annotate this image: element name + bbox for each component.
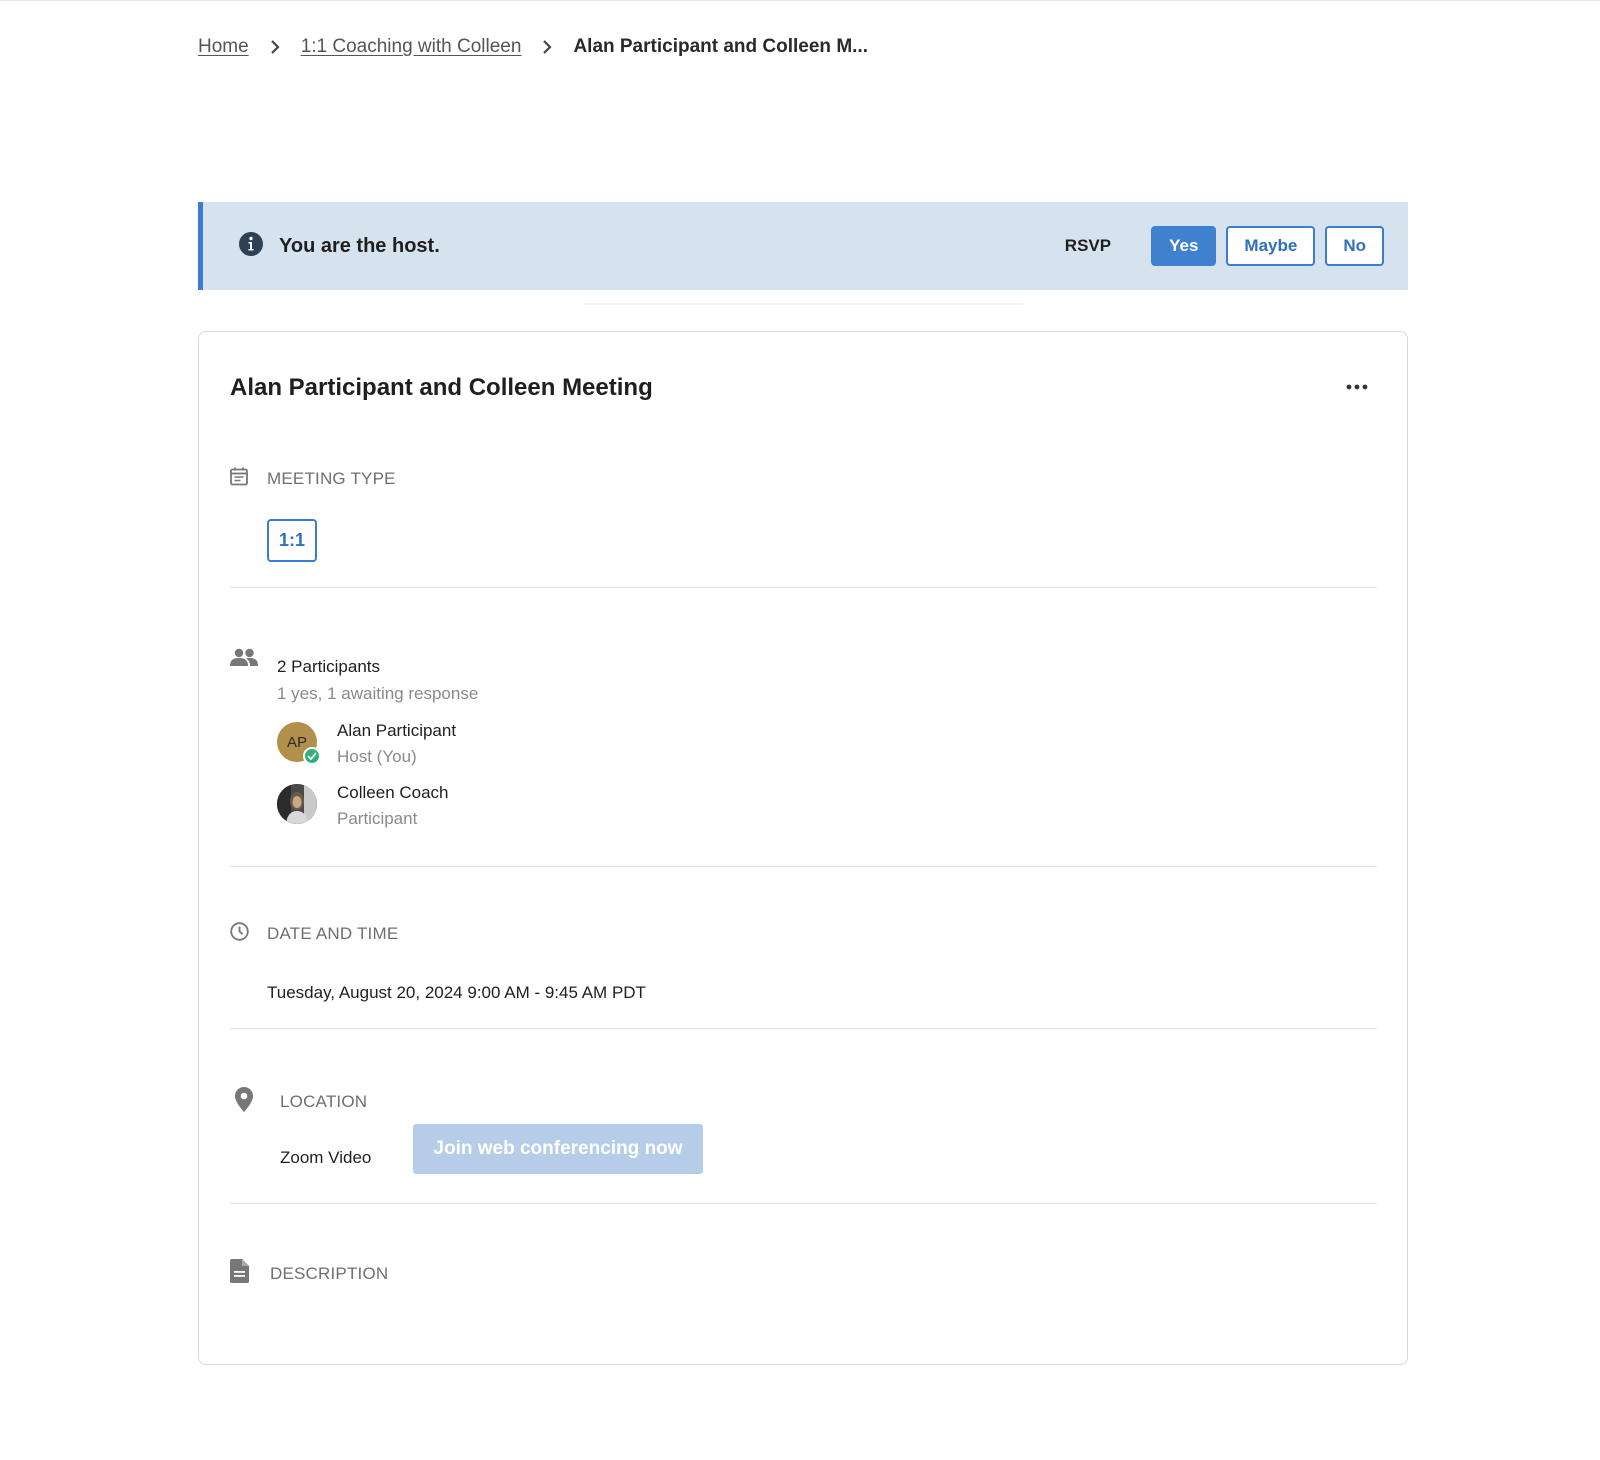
avatar-photo-image: [277, 784, 317, 824]
rsvp-label: RSVP: [1064, 236, 1112, 255]
host-message: You are the host.: [279, 234, 440, 257]
participant-role: Host (You): [337, 747, 417, 766]
participant-info: Colleen Coach Participant: [337, 782, 449, 830]
datetime-label: DATE AND TIME: [267, 924, 399, 943]
participant-row: Colleen Coach Participant: [277, 782, 449, 830]
breadcrumb: Home 1:1 Coaching with Colleen Alan Part…: [198, 36, 868, 58]
info-icon: [239, 231, 263, 261]
rsvp-yes-button[interactable]: Yes: [1151, 226, 1217, 266]
avatar: AP: [277, 722, 321, 765]
location-header: LOCATION: [235, 1087, 367, 1117]
breadcrumb-current: Alan Participant and Colleen M...: [573, 36, 868, 57]
meeting-type-badge: 1:1: [267, 519, 317, 562]
location-value: Zoom Video: [280, 1148, 372, 1167]
participant-name: Colleen Coach: [337, 783, 449, 802]
host-banner: You are the host. RSVP Yes Maybe No: [198, 202, 1408, 290]
divider: [230, 587, 1377, 588]
map-pin-icon: [235, 1087, 280, 1117]
meeting-type-header: MEETING TYPE: [230, 467, 396, 491]
calendar-icon: [230, 467, 267, 491]
more-options-button[interactable]: [1337, 372, 1377, 400]
avatar-initials: AP: [286, 733, 307, 751]
location-label: LOCATION: [280, 1092, 368, 1111]
chevron-right-icon: [249, 40, 301, 54]
participants-count: 2 Participants: [277, 657, 380, 676]
more-horizontal-icon: [1346, 377, 1368, 395]
datetime-value: Tuesday, August 20, 2024 9:00 AM - 9:45 …: [267, 983, 646, 1002]
breadcrumb-home-link[interactable]: Home: [198, 36, 249, 58]
meeting-type-label: MEETING TYPE: [267, 469, 396, 488]
rsvp-maybe-button[interactable]: Maybe: [1226, 226, 1316, 266]
participant-row: AP Alan Participant Host (You): [277, 720, 456, 768]
join-web-conference-button[interactable]: Join web conferencing now: [413, 1124, 703, 1174]
participant-info: Alan Participant Host (You): [337, 720, 456, 768]
avatar: [277, 784, 317, 824]
banner-shadow: [583, 303, 1023, 305]
meeting-title: Alan Participant and Colleen Meeting: [230, 374, 653, 401]
people-icon: [230, 648, 258, 671]
document-icon: [230, 1259, 270, 1288]
chevron-right-icon: [521, 40, 573, 54]
description-label: DESCRIPTION: [270, 1263, 389, 1283]
participant-name: Alan Participant: [337, 721, 457, 740]
datetime-header: DATE AND TIME: [230, 922, 398, 946]
participant-role: Participant: [337, 809, 418, 828]
rsvp-no-button[interactable]: No: [1325, 226, 1384, 266]
description-header: DESCRIPTION: [230, 1259, 388, 1288]
breadcrumb-program-link[interactable]: 1:1 Coaching with Colleen: [301, 36, 522, 58]
rsvp-group: RSVP Yes Maybe No: [1065, 226, 1384, 266]
meeting-card: Alan Participant and Colleen Meeting MEE…: [198, 331, 1408, 1365]
clock-icon: [230, 922, 267, 946]
check-icon: [303, 747, 321, 765]
divider: [230, 1028, 1377, 1029]
participants-summary: 1 yes, 1 awaiting response: [277, 684, 479, 703]
divider: [230, 1203, 1377, 1204]
divider: [230, 866, 1377, 867]
top-border: [0, 0, 1600, 1]
